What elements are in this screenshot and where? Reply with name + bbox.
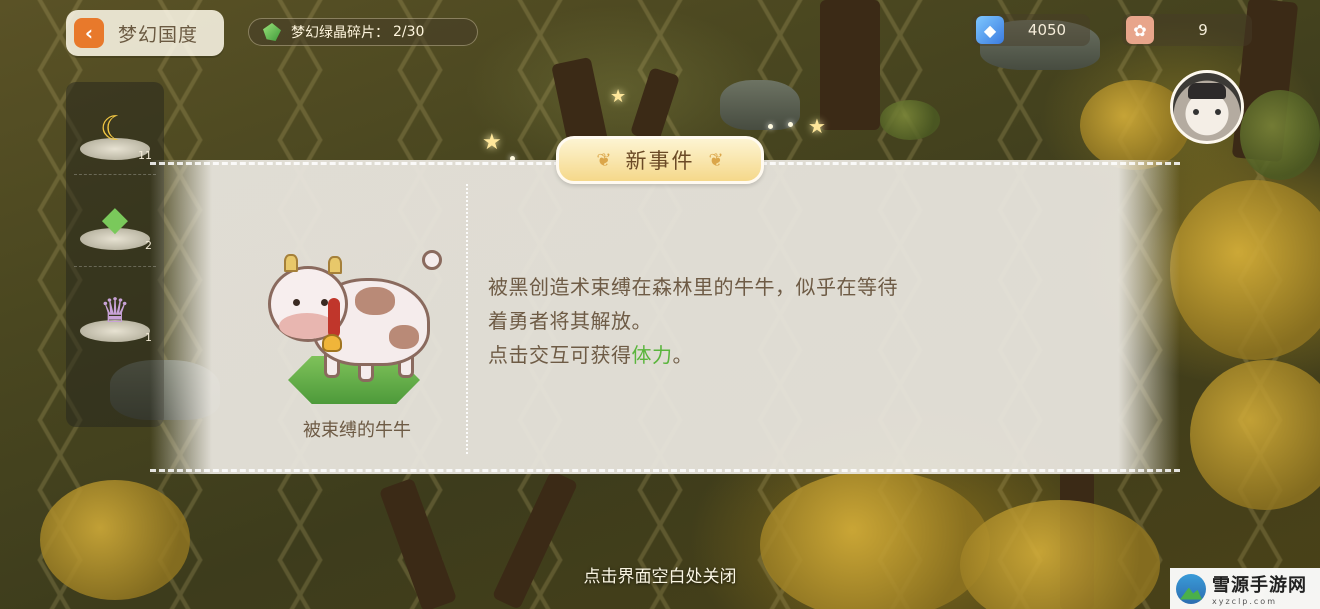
cow-spot — [389, 325, 419, 349]
cow-collar — [328, 298, 340, 338]
dialog-separator — [466, 184, 468, 454]
cow-eye — [293, 299, 300, 306]
sparkle-star-icon: ★ — [808, 114, 826, 138]
player-avatar[interactable] — [1170, 70, 1244, 144]
mountain-logo-icon — [1176, 573, 1206, 604]
moon-item-count: 11 — [138, 149, 152, 162]
autumn-bush — [760, 470, 990, 609]
reward-line: 点击交互可获得体力。 — [488, 338, 1028, 372]
cow-eye — [321, 299, 328, 306]
gem-icon: ◆ — [976, 16, 1004, 44]
description-line: 被黑创造术束缚在森林里的牛牛，似乎在等待 — [488, 275, 898, 299]
fountain-item-count: 1 — [145, 331, 152, 344]
crystal-item[interactable]: ◆ 2 — [74, 182, 156, 256]
shard-counter: 梦幻绿晶碎片： 2/30 — [248, 18, 478, 46]
reward-prefix: 点击交互可获得 — [488, 343, 632, 367]
description-line: 着勇者将其解放。 — [488, 309, 652, 333]
crystal-icon: ◆ — [101, 199, 129, 239]
sparkle-star-icon: ★ — [610, 86, 627, 107]
shard-value: 2/30 — [393, 24, 425, 40]
shard-label: 梦幻绿晶碎片： — [291, 25, 389, 41]
watermark-url: xyzclp.com — [1212, 597, 1277, 606]
green-bush — [880, 100, 940, 140]
gem-value: 4050 — [1027, 21, 1067, 39]
creature-name: 被束缚的牛牛 — [303, 420, 411, 441]
green-crystal-icon — [263, 23, 281, 41]
back-arrow-icon: ‹ — [74, 18, 104, 48]
gem-counter[interactable]: ◆ 4050 — [972, 14, 1090, 46]
stamina-counter[interactable]: ✿ 9 — [1122, 14, 1252, 46]
bell-icon — [322, 334, 342, 352]
side-divider — [74, 266, 156, 267]
event-description: 被黑创造术束缚在森林里的牛牛，似乎在等待 着勇者将其解放。 点击交互可获得体力。 — [488, 270, 1028, 372]
crystal-item-count: 2 — [145, 239, 152, 252]
dialog-bottom-border — [150, 469, 1180, 472]
event-title: 新事件 — [625, 149, 695, 173]
avatar-eyes — [1193, 109, 1221, 115]
cow-horn — [328, 256, 342, 274]
avatar-hat — [1188, 83, 1226, 99]
close-hint: 点击界面空白处关闭 — [583, 567, 737, 587]
wheat-left-icon: ❦ — [596, 149, 612, 171]
wheat-right-icon: ❦ — [708, 149, 724, 171]
fountain-icon: ♛ — [99, 291, 131, 331]
event-title-badge: ❦ 新事件 ❦ — [556, 136, 764, 184]
fountain-item[interactable]: ♛ 1 — [74, 274, 156, 348]
paw-icon: ✿ — [1126, 16, 1154, 44]
back-button[interactable]: ‹ 梦幻国度 — [66, 10, 224, 56]
back-button-label: 梦幻国度 — [118, 23, 199, 46]
sparkle-dot — [788, 122, 793, 127]
cow-spot — [355, 287, 395, 315]
site-watermark: 雪源手游网 xyzclp.com — [1170, 568, 1320, 609]
stamina-value: 9 — [1198, 21, 1208, 39]
side-divider — [74, 174, 156, 175]
reward-highlight: 体力 — [631, 343, 673, 367]
watermark-title: 雪源手游网 — [1212, 575, 1307, 596]
reward-suffix: 。 — [672, 343, 693, 367]
sparkle-star-icon: ★ — [482, 130, 502, 155]
tree-trunk — [820, 0, 880, 130]
cow-tail — [422, 250, 442, 270]
cow-horn — [284, 254, 298, 272]
bound-cow-illustration[interactable] — [262, 238, 442, 408]
sparkle-dot — [768, 124, 773, 129]
moon-icon: ☾ — [99, 109, 131, 149]
green-bush — [1240, 90, 1320, 180]
moon-item[interactable]: ☾ 11 — [74, 92, 156, 166]
